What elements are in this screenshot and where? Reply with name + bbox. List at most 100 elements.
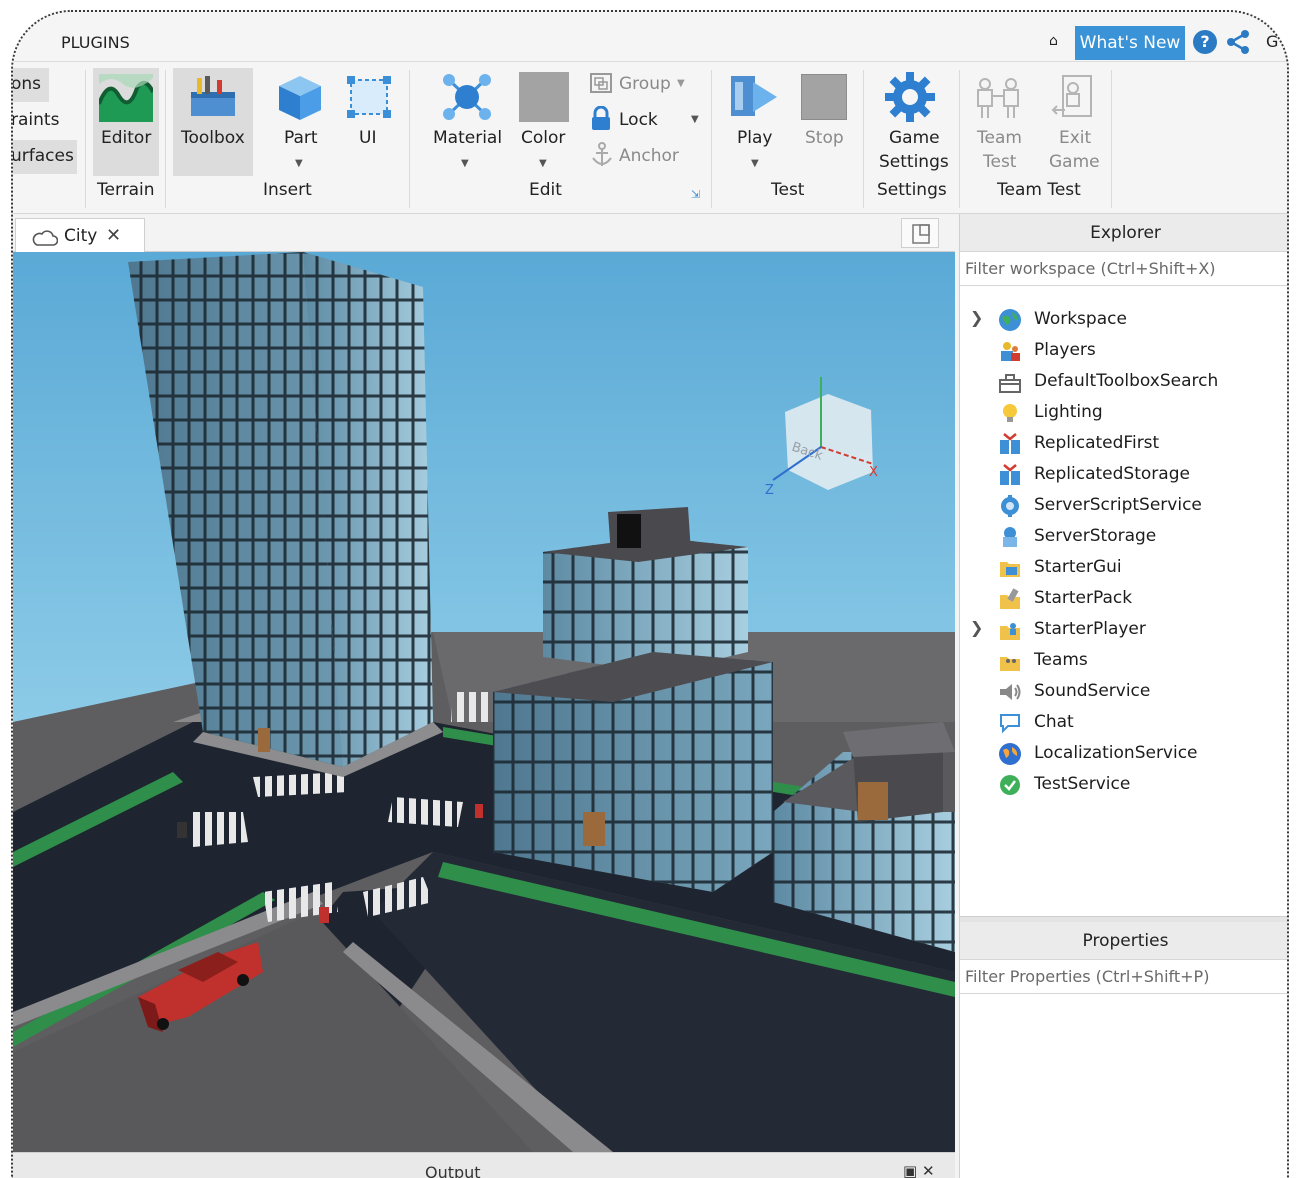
replicated-storage-icon	[1000, 464, 1020, 485]
team-test-line1[interactable]: Team	[977, 128, 1022, 148]
properties-title: Properties	[1082, 931, 1169, 951]
explorer-filter-input[interactable]: Filter workspace (Ctrl+Shift+X)	[960, 252, 1287, 286]
tree-item-replicatedfirst[interactable]: ReplicatedFirst	[960, 428, 1287, 458]
teams-icon	[1000, 657, 1020, 671]
tree-item-localizationservice[interactable]: LocalizationService	[960, 738, 1287, 768]
group-label-test: Test	[771, 180, 805, 200]
expand-arrow-icon[interactable]: ❯	[970, 308, 983, 327]
tree-item-replicatedstorage[interactable]: ReplicatedStorage	[960, 459, 1287, 489]
lightbulb-icon	[1003, 404, 1017, 422]
starter-pack-icon	[1000, 588, 1020, 609]
anchor-icon	[592, 142, 612, 166]
right-dock-panel: Explorer Filter workspace (Ctrl+Shift+X)…	[959, 214, 1287, 1178]
anchor-button[interactable]: Anchor	[619, 146, 679, 166]
tab-city-label: City	[64, 226, 98, 246]
edit-settings-launcher-icon[interactable]: ⇲	[691, 188, 700, 201]
exit-game-line2[interactable]: Game	[1049, 152, 1100, 172]
tree-item-teams[interactable]: Teams	[960, 645, 1287, 675]
3d-viewport[interactable]: Back X Z	[13, 252, 955, 1152]
tree-item-workspace[interactable]: ❯ Workspace	[960, 304, 1287, 334]
speaker-icon	[1000, 684, 1021, 700]
group-label-settings: Settings	[877, 180, 947, 200]
tree-item-lighting[interactable]: Lighting	[960, 397, 1287, 427]
game-settings-line2[interactable]: Settings	[879, 152, 949, 172]
collapse-ribbon-icon[interactable]: ⌂	[1049, 33, 1058, 49]
play-button[interactable]: Play	[737, 128, 772, 148]
tree-item-label: Players	[1034, 340, 1096, 360]
cloud-icon	[32, 230, 58, 246]
output-window-controls[interactable]: ▣ ✕	[903, 1162, 935, 1178]
group-button[interactable]: Group	[619, 74, 671, 94]
ribbon-side-item-2[interactable]: raints	[13, 110, 59, 130]
menu-bar: PLUGINS ⌂ What's New ? G	[13, 12, 1287, 62]
toolbox-search-icon	[999, 374, 1021, 393]
document-tab-bar: City ✕	[13, 214, 955, 252]
help-icon[interactable]: ?	[1193, 30, 1217, 54]
tree-item-starterpack[interactable]: StarterPack	[960, 583, 1287, 613]
group-label-edit: Edit	[529, 180, 562, 200]
toolbox-button[interactable]: Toolbox	[181, 128, 245, 148]
ribbon-toolbar: ons raints urfaces Editor Terrain Toolbo…	[13, 62, 1287, 214]
tree-item-label: StarterGui	[1034, 557, 1122, 577]
tree-item-label: Chat	[1034, 712, 1074, 732]
tree-item-soundservice[interactable]: SoundService	[960, 676, 1287, 706]
ribbon-side-item-3[interactable]: urfaces	[13, 146, 74, 166]
user-menu-cut[interactable]: G	[1266, 32, 1278, 51]
whats-new-button[interactable]: What's New	[1075, 26, 1185, 60]
tree-item-label: ReplicatedFirst	[1034, 433, 1160, 453]
axis-x-label: X	[869, 465, 878, 480]
chat-bubble-icon	[1000, 714, 1020, 734]
group-dropdown-icon[interactable]: ▼	[677, 78, 685, 89]
players-icon	[1001, 342, 1020, 361]
stop-button[interactable]: Stop	[805, 128, 844, 148]
tree-item-serverstorage[interactable]: ServerStorage	[960, 521, 1287, 551]
close-tab-icon[interactable]: ✕	[106, 225, 121, 246]
tree-item-chat[interactable]: Chat	[960, 707, 1287, 737]
tree-item-label: ServerScriptService	[1034, 495, 1202, 515]
properties-filter-input[interactable]: Filter Properties (Ctrl+Shift+P)	[960, 960, 1287, 994]
tree-item-defaulttoolboxsearch[interactable]: DefaultToolboxSearch	[960, 366, 1287, 396]
part-dropdown-icon[interactable]: ▼	[295, 158, 303, 169]
share-icon[interactable]	[1224, 28, 1252, 56]
explorer-title: Explorer	[1090, 223, 1161, 243]
expand-arrow-icon[interactable]: ❯	[970, 618, 983, 637]
ribbon-side-item-1[interactable]: ons	[13, 74, 41, 94]
studio-window: PLUGINS ⌂ What's New ? G ons raints urfa…	[11, 10, 1289, 1178]
output-title: Output	[425, 1163, 481, 1178]
stop-icon	[801, 74, 847, 120]
check-circle-icon	[1000, 775, 1020, 795]
divider	[959, 70, 960, 208]
play-icon	[731, 76, 777, 116]
city-scene-render: Back X Z	[13, 252, 955, 1152]
tree-item-starterplayer[interactable]: ❯ StarterPlayer	[960, 614, 1287, 644]
group-label-team-test: Team Test	[997, 180, 1081, 200]
exit-game-line1[interactable]: Exit	[1059, 128, 1091, 148]
tab-layout-icon[interactable]	[901, 218, 939, 248]
ui-button[interactable]: UI	[359, 128, 376, 148]
ui-icon	[347, 76, 391, 118]
color-swatch-icon	[519, 72, 569, 122]
tree-item-players[interactable]: Players	[960, 335, 1287, 365]
tab-plugins[interactable]: PLUGINS	[61, 33, 130, 52]
terrain-editor-button[interactable]: Editor	[101, 128, 151, 148]
divider	[1111, 70, 1112, 208]
material-button[interactable]: Material	[433, 128, 502, 148]
play-dropdown-icon[interactable]: ▼	[751, 158, 759, 169]
terrain-editor-icon	[99, 74, 153, 122]
part-button[interactable]: Part	[284, 128, 318, 148]
color-button[interactable]: Color	[521, 128, 565, 148]
starter-gui-icon	[1000, 562, 1020, 577]
lock-button[interactable]: Lock	[619, 110, 658, 130]
tree-item-testservice[interactable]: TestService	[960, 769, 1287, 799]
divider	[409, 70, 410, 208]
output-panel-header: Output ▣ ✕	[13, 1152, 955, 1178]
team-test-line2[interactable]: Test	[983, 152, 1016, 172]
divider	[711, 70, 712, 208]
material-dropdown-icon[interactable]: ▼	[461, 158, 469, 169]
color-dropdown-icon[interactable]: ▼	[539, 158, 547, 169]
tree-item-serverscriptservice[interactable]: ServerScriptService	[960, 490, 1287, 520]
lock-dropdown-icon[interactable]: ▼	[691, 114, 699, 125]
tree-item-startergui[interactable]: StarterGui	[960, 552, 1287, 582]
tab-city[interactable]: City ✕	[15, 218, 145, 252]
game-settings-line1[interactable]: Game	[889, 128, 940, 148]
